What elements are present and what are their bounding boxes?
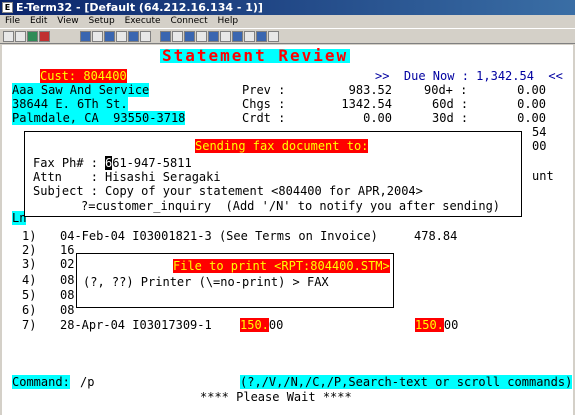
tool-icon-14[interactable] bbox=[244, 31, 255, 42]
connect-icon[interactable] bbox=[27, 31, 38, 42]
crdt-value: 0.00 bbox=[363, 111, 392, 125]
row-5-text: 08 bbox=[60, 288, 75, 302]
row-1-number: 1) bbox=[22, 229, 37, 243]
aging-60-label: 60d : bbox=[432, 97, 469, 111]
menu-connect[interactable]: Connect bbox=[170, 16, 207, 26]
right-edge-unt: unt bbox=[532, 169, 554, 183]
right-edge-54: 54 bbox=[532, 125, 547, 139]
menu-bar: File Edit View Setup Execute Connect Hel… bbox=[0, 15, 575, 28]
row-1-amount: 478.84 bbox=[414, 229, 458, 243]
menu-execute[interactable]: Execute bbox=[125, 16, 161, 26]
row-6-text: 08 bbox=[60, 303, 75, 317]
tool-icon-12[interactable] bbox=[220, 31, 231, 42]
prev-label: Prev : bbox=[242, 83, 286, 97]
tool-icon-13[interactable] bbox=[232, 31, 243, 42]
menu-help[interactable]: Help bbox=[218, 16, 239, 26]
prev-value: 983.52 bbox=[348, 83, 392, 97]
menu-setup[interactable]: Setup bbox=[88, 16, 114, 26]
tool-icon-11[interactable] bbox=[208, 31, 219, 42]
row-2-text: 16 bbox=[60, 243, 75, 257]
aging-30-label: 30d : bbox=[432, 111, 469, 125]
due-now-line: >> Due Now : 1,342.54 << bbox=[375, 69, 563, 83]
tool-icon-7[interactable] bbox=[160, 31, 171, 42]
menu-file[interactable]: File bbox=[5, 16, 20, 26]
print-dialog-heading: File to print <RPT:804400.STM> bbox=[173, 259, 390, 273]
chgs-label: Chgs : bbox=[242, 97, 286, 111]
row-3-number: 3) bbox=[22, 257, 37, 271]
open-icon[interactable] bbox=[15, 31, 26, 42]
row-3-text: 02 bbox=[60, 257, 75, 271]
row-6-number: 6) bbox=[22, 303, 37, 317]
right-edge-00: 00 bbox=[532, 139, 547, 153]
row-7-number: 7) bbox=[22, 318, 37, 332]
crdt-label: Crdt : bbox=[242, 111, 286, 125]
print-dialog: File to print <RPT:804400.STM> (?, ??) P… bbox=[76, 253, 394, 308]
aging-90-label: 90d+ : bbox=[424, 83, 468, 97]
row-1-text: 04-Feb-04 I03001821-3 (See Terms on Invo… bbox=[60, 229, 378, 243]
chgs-value: 1342.54 bbox=[341, 97, 392, 111]
tool-icon-1[interactable] bbox=[80, 31, 91, 42]
app-icon: E bbox=[2, 2, 13, 13]
window-title: E-Term32 - [Default (64.212.16.134 - 1)] bbox=[16, 1, 263, 14]
fax-hint: ?=customer_inquiry (Add '/N' to notify y… bbox=[81, 199, 501, 213]
fax-dialog: Sending fax document to: Fax Ph# : 661-9… bbox=[24, 131, 522, 217]
fax-phone-input[interactable]: 661-947-5811 bbox=[105, 156, 192, 170]
new-icon[interactable] bbox=[3, 31, 14, 42]
tool-icon-10[interactable] bbox=[196, 31, 207, 42]
command-label: Command: bbox=[12, 375, 70, 389]
tool-icon-4[interactable] bbox=[116, 31, 127, 42]
menu-view[interactable]: View bbox=[57, 16, 78, 26]
row-7-amount: 150.00 bbox=[240, 318, 284, 332]
disconnect-icon[interactable] bbox=[39, 31, 50, 42]
command-input[interactable]: /p bbox=[80, 375, 94, 389]
terminal-screen[interactable]: Statement Review Cust: 804400 >> Due Now… bbox=[2, 45, 573, 415]
aging-60-value: 0.00 bbox=[517, 97, 546, 111]
window-titlebar: E E-Term32 - [Default (64.212.16.134 - 1… bbox=[0, 0, 575, 15]
attn-label: Attn : bbox=[33, 170, 99, 184]
command-help: (?,/V,/N,/C,/P,Search-text or scroll com… bbox=[240, 375, 573, 389]
printer-prompt[interactable]: (?, ??) Printer (\=no-print) > FAX bbox=[83, 275, 329, 289]
tool-icon-2[interactable] bbox=[92, 31, 103, 42]
address-line-1: Aaa Saw And Service bbox=[12, 83, 150, 97]
tool-icon-15[interactable] bbox=[256, 31, 267, 42]
aging-90-value: 0.00 bbox=[517, 83, 546, 97]
subject-label: Subject : bbox=[33, 184, 99, 198]
menu-edit[interactable]: Edit bbox=[30, 16, 47, 26]
tool-icon-6[interactable] bbox=[140, 31, 151, 42]
row-7-amount-2: 150.00 bbox=[415, 318, 459, 332]
row-4-number: 4) bbox=[22, 273, 37, 287]
tool-icon-5[interactable] bbox=[128, 31, 139, 42]
address-line-3: Palmdale, CA 93550-3718 bbox=[12, 111, 186, 125]
status-message: **** Please Wait **** bbox=[200, 390, 352, 404]
toolbar bbox=[0, 28, 575, 44]
tool-icon-3[interactable] bbox=[104, 31, 115, 42]
tool-icon-8[interactable] bbox=[172, 31, 183, 42]
screen-title: Statement Review bbox=[160, 46, 351, 65]
row-7-text: 28-Apr-04 I03017309-1 bbox=[60, 318, 212, 332]
row-5-number: 5) bbox=[22, 288, 37, 302]
subject-value[interactable]: Copy of your statement <804400 for APR,2… bbox=[105, 184, 423, 198]
fax-phone-label: Fax Ph# : bbox=[33, 156, 99, 170]
row-2-number: 2) bbox=[22, 243, 37, 257]
fax-dialog-heading: Sending fax document to: bbox=[195, 139, 369, 153]
attn-value[interactable]: Hisashi Seragaki bbox=[105, 170, 221, 184]
tool-icon-16[interactable] bbox=[268, 31, 279, 42]
aging-30-value: 0.00 bbox=[517, 111, 546, 125]
row-4-text: 08 bbox=[60, 273, 75, 287]
customer-badge: Cust: 804400 bbox=[40, 69, 127, 83]
address-line-2: 38644 E. 6Th St. bbox=[12, 97, 128, 111]
tool-icon-9[interactable] bbox=[184, 31, 195, 42]
